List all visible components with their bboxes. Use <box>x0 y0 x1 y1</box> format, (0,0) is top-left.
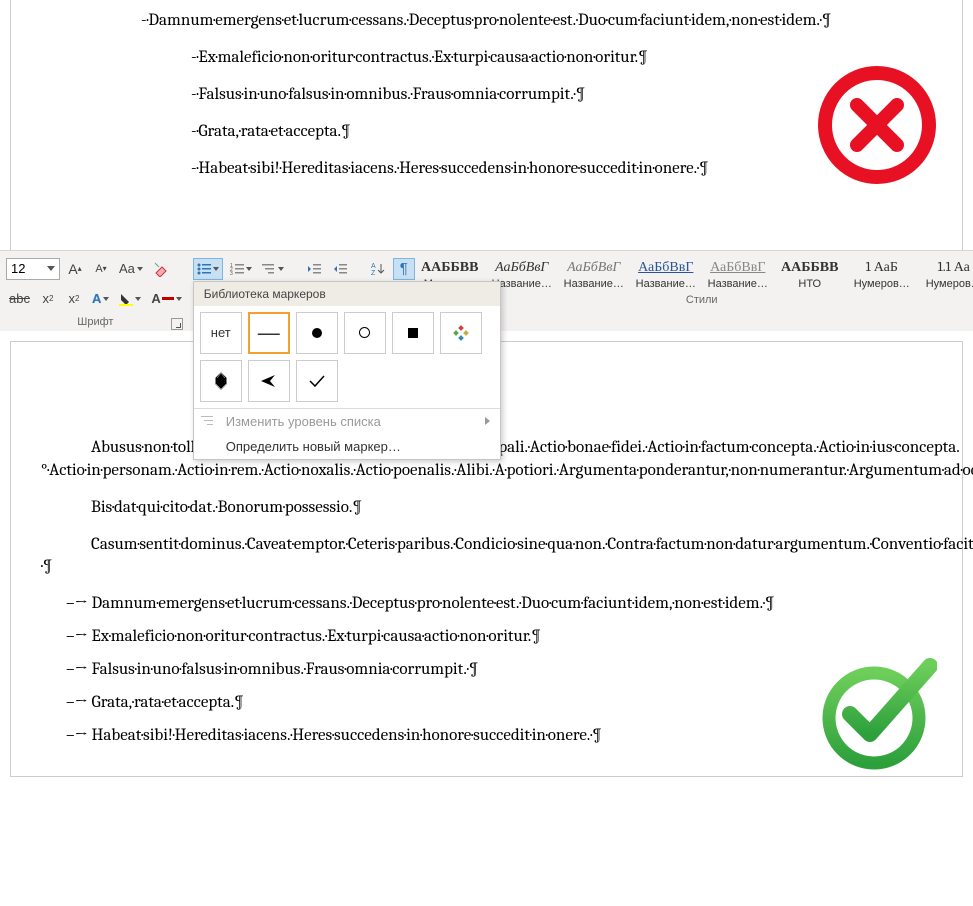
doc-line[interactable]: -·Damnum·emergens·et·lucrum·cessans.·Dec… <box>141 10 932 33</box>
doc-paragraph[interactable]: Casum·sentit·dominus.·Caveat·emptor.·Cet… <box>41 534 932 580</box>
style-name: Название… <box>559 277 629 291</box>
define-new-bullet-menuitem[interactable]: Определить новый маркер… <box>194 434 500 459</box>
bullet-option-4diamond[interactable] <box>440 312 482 354</box>
font-group-label: Шрифт <box>6 313 185 331</box>
style-sample: АаБбВвГ <box>703 257 773 277</box>
subscript-button[interactable]: x2 <box>37 288 59 310</box>
list-level-icon <box>200 413 216 429</box>
sort-icon: AZ <box>371 262 385 276</box>
clear-formatting-button[interactable] <box>150 258 172 280</box>
correct-icon <box>812 646 937 771</box>
font-group: A▴ A▾ Aa abc x2 x2 A A Шрифт <box>6 255 185 331</box>
doc-list-item[interactable]: –→ Damnum·emergens·et·lucrum·cessans.·De… <box>41 593 932 616</box>
bullet-option-disc[interactable] <box>296 312 338 354</box>
bullet-option-arrow[interactable] <box>248 360 290 402</box>
bullets-button[interactable] <box>193 258 223 280</box>
svg-text:Z: Z <box>371 270 376 276</box>
four-diamond-icon <box>453 325 469 341</box>
bullet-option-check[interactable] <box>296 360 338 402</box>
style-sample: АаБбВвГ <box>487 257 557 277</box>
style-sample: ААББВВ <box>415 257 485 277</box>
eraser-icon <box>153 261 169 277</box>
style-name: Название… <box>631 277 701 291</box>
highlight-button[interactable] <box>116 288 144 310</box>
style-sample: 1.1 Аа <box>919 257 973 277</box>
dialog-launcher-icon[interactable] <box>171 318 183 330</box>
diamond-icon <box>212 372 230 390</box>
increase-indent-button[interactable] <box>329 258 351 280</box>
bullet-option-none[interactable]: нет <box>200 312 242 354</box>
style-tile[interactable]: 1 АаБНумеров… <box>847 255 917 291</box>
chevron-down-icon[interactable] <box>45 263 57 275</box>
wrong-icon <box>817 65 937 185</box>
show-paragraph-marks-button[interactable]: ¶ <box>393 258 415 280</box>
decrease-indent-button[interactable] <box>303 258 325 280</box>
style-sample: 1 АаБ <box>847 257 917 277</box>
bullet-library-header: Библиотека маркеров <box>194 282 500 306</box>
shrink-font-button[interactable]: A▾ <box>90 258 112 280</box>
ribbon: A▴ A▾ Aa abc x2 x2 A A Шрифт <box>0 250 973 331</box>
bullet-grid: нет — <box>194 306 500 408</box>
indent-icon <box>333 262 347 276</box>
grow-font-button[interactable]: A▴ <box>64 258 86 280</box>
multilevel-icon <box>262 262 276 276</box>
style-name: Нумеров… <box>919 277 973 291</box>
style-tile[interactable]: АаБбВвГНазвание… <box>703 255 773 291</box>
chevron-right-icon <box>485 417 490 425</box>
change-case-button[interactable]: Aa <box>116 258 146 280</box>
strikethrough-button[interactable]: abc <box>6 288 33 310</box>
change-list-level-menuitem: Изменить уровень списка <box>194 409 500 434</box>
style-sample: ААББВВ <box>775 257 845 277</box>
style-name: Название… <box>703 277 773 291</box>
bullet-option-circle[interactable] <box>344 312 386 354</box>
superscript-button[interactable]: x2 <box>63 288 85 310</box>
style-tile[interactable]: АаБбВвГНазвание… <box>559 255 629 291</box>
document-body-upper[interactable]: -·Damnum·emergens·et·lucrum·cessans.·Dec… <box>41 10 932 181</box>
check-icon <box>308 374 326 388</box>
arrowhead-icon <box>260 374 278 388</box>
bullet-option-diamond-black[interactable] <box>200 360 242 402</box>
highlight-icon <box>119 292 133 306</box>
paragraph-group: 1 2 3 AZ <box>193 255 415 283</box>
text-effects-button[interactable]: A <box>89 288 112 310</box>
bullets-icon <box>197 262 211 276</box>
numbering-icon: 1 2 3 <box>230 262 244 276</box>
document-page-upper[interactable]: -·Damnum·emergens·et·lucrum·cessans.·Dec… <box>10 0 963 250</box>
style-tile[interactable]: ААББВВНТО <box>775 255 845 291</box>
style-sample: АаБбВвГ <box>559 257 629 277</box>
bullet-option-dash[interactable]: — <box>248 312 290 354</box>
style-tile[interactable]: 1.1 АаНумеров… <box>919 255 973 291</box>
style-name: Нумеров… <box>847 277 917 291</box>
style-sample: АаБбВвГ <box>631 257 701 277</box>
doc-paragraph[interactable]: Bis·dat·qui·cito·dat.·Bonorum·possessio.… <box>41 497 932 520</box>
font-size-input[interactable] <box>11 261 45 276</box>
bullet-option-square[interactable] <box>392 312 434 354</box>
doc-list-item[interactable]: –→ Ex·maleficio·non·oritur·contractus.·E… <box>41 626 932 649</box>
outdent-icon <box>307 262 321 276</box>
doc-list-item[interactable]: –→ Habeat·sibi!·Hereditas·iacens.·Heres·… <box>41 725 932 748</box>
multilevel-list-button[interactable] <box>259 258 287 280</box>
bullets-dropdown-panel: Библиотека маркеров нет — <box>193 281 501 460</box>
document-body-lower[interactable]: Abusus·non·tollit·usum.·Accepto·damno.·A… <box>41 437 932 748</box>
doc-list-item[interactable]: –→ Falsus·in·uno·falsus·in·omnibus.·Frau… <box>41 659 932 682</box>
font-size-combo[interactable] <box>6 258 60 280</box>
sort-button[interactable]: AZ <box>367 258 389 280</box>
numbering-button[interactable]: 1 2 3 <box>227 258 255 280</box>
doc-list-item[interactable]: –→ Grata,·rata·et·accepta.¶ <box>41 692 932 715</box>
style-name: НТО <box>775 277 845 291</box>
font-color-button[interactable]: A <box>148 288 184 310</box>
style-tile[interactable]: АаБбВвГНазвание… <box>631 255 701 291</box>
svg-text:3: 3 <box>230 271 233 276</box>
svg-text:A: A <box>371 263 376 270</box>
